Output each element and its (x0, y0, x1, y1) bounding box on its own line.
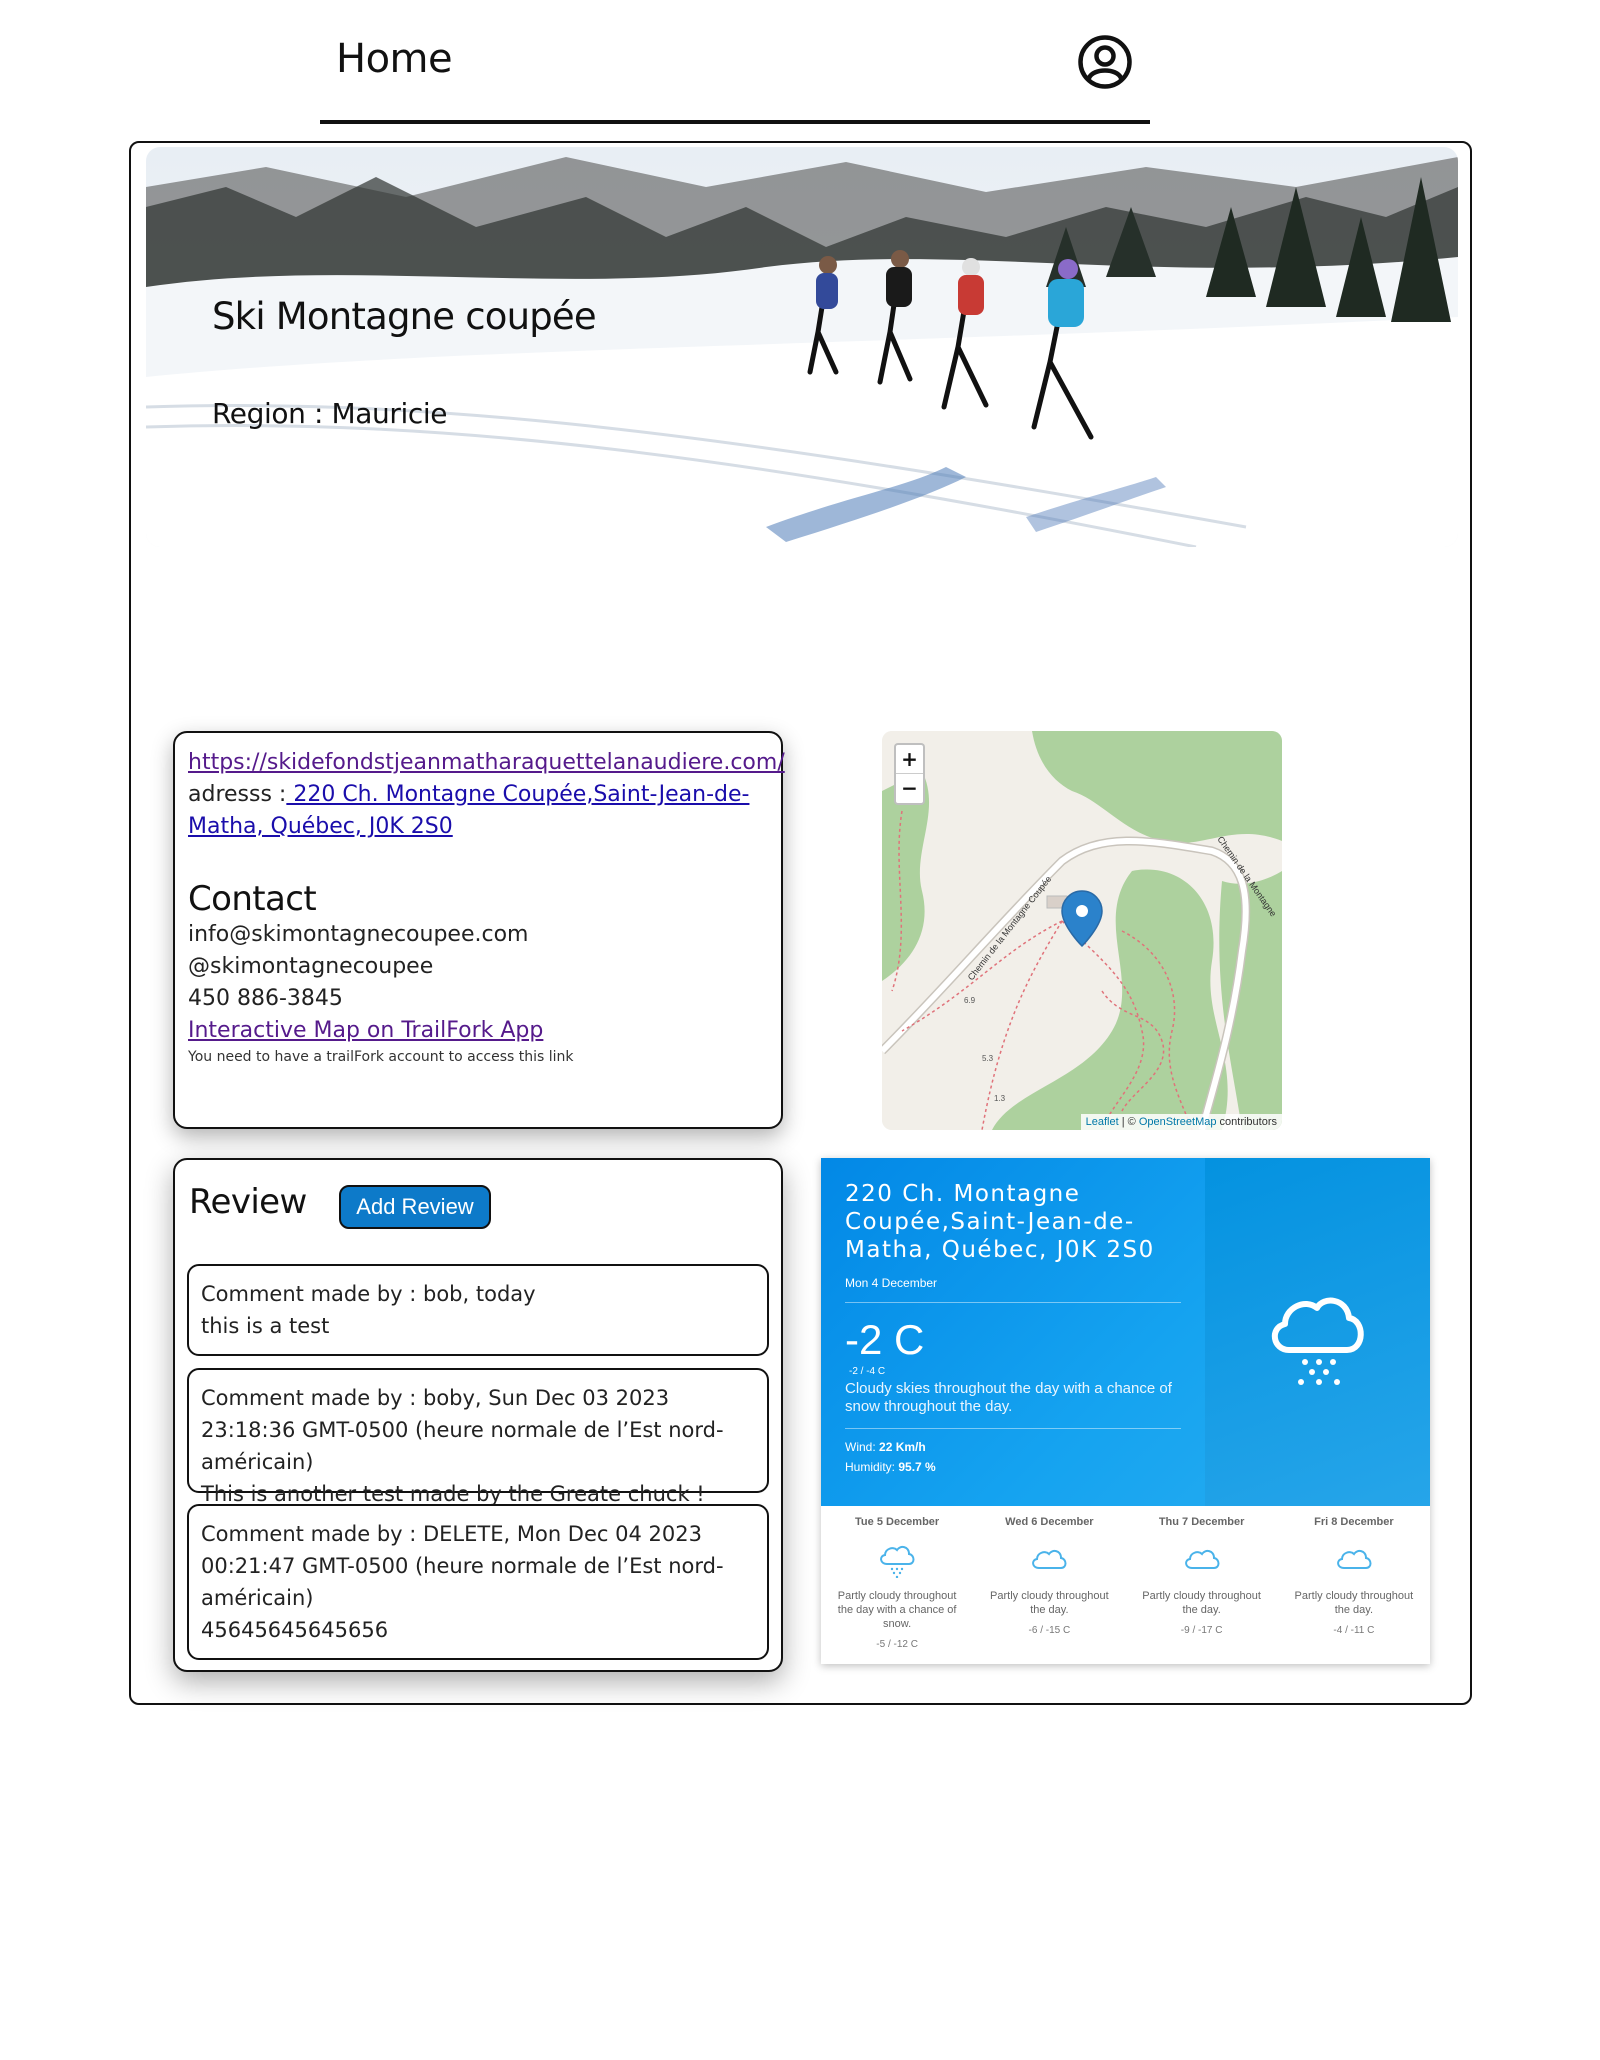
forecast-day-range: -6 / -15 C (1028, 1625, 1071, 1636)
hero-banner: Ski Montagne coupée Region : Mauricie (146, 147, 1458, 547)
resort-region: Region : Mauricie (212, 397, 448, 430)
comment-item: Comment made by : bob, today this is a t… (187, 1264, 769, 1356)
zoom-control: + − (894, 743, 925, 805)
forecast-day-range: -4 / -11 C (1333, 1625, 1375, 1636)
weather-divider (845, 1302, 1181, 1303)
wind-value: 22 Km/h (879, 1440, 926, 1454)
wind-label: Wind: (845, 1440, 880, 1454)
forecast-day-name: Fri 8 December (1314, 1516, 1394, 1528)
cloud-icon (1337, 1549, 1372, 1569)
trail-number-1: 6.9 (964, 996, 976, 1005)
resort-title: Ski Montagne coupée (212, 295, 597, 338)
attribution-separator: | © (1118, 1116, 1139, 1128)
attribution-contributors: contributors (1216, 1116, 1277, 1128)
humidity-value: 95.7 % (898, 1460, 936, 1474)
address-label: adresss : (188, 782, 287, 807)
forecast-day: Wed 6 December Partly cloudy throughout … (973, 1506, 1125, 1664)
weather-description: Cloudy skies throughout the day with a c… (845, 1380, 1172, 1415)
zoom-out-button[interactable]: − (896, 774, 923, 803)
website-link[interactable]: https://skidefondstjeanmatharaquettelana… (188, 750, 785, 775)
nav-home-link[interactable]: Home (336, 36, 453, 82)
cloud-icon (1032, 1549, 1067, 1569)
location-map[interactable]: Chemin de la Montagne Coupée Chemin de l… (882, 731, 1282, 1130)
forecast-day-desc: Partly cloudy throughout the day with a … (837, 1590, 957, 1630)
snow-cloud-icon (880, 1545, 915, 1579)
forecast-day: Tue 5 December Partly cloudy throughout … (821, 1506, 973, 1664)
weather-temperature: -2 C (845, 1316, 925, 1363)
map-tiles[interactable]: Chemin de la Montagne Coupée Chemin de l… (882, 731, 1282, 1130)
forecast-day-name: Wed 6 December (1005, 1516, 1094, 1528)
humidity-label: Humidity: (845, 1460, 899, 1474)
cloud-icon (1184, 1549, 1220, 1569)
add-review-button[interactable]: Add Review (339, 1185, 491, 1229)
trail-number-3: 1.3 (994, 1094, 1006, 1103)
forecast-day: Fri 8 December Partly cloudy throughout … (1278, 1506, 1430, 1664)
forecast-day-name: Tue 5 December (855, 1516, 940, 1528)
comment-header: Comment made by : DELETE, Mon Dec 04 202… (201, 1522, 724, 1610)
contact-email: info@skimontagnecoupee.com (188, 922, 529, 947)
trailfork-map-link[interactable]: Interactive Map on TrailFork App (188, 1018, 543, 1043)
forecast-day-range: -9 / -17 C (1180, 1625, 1223, 1636)
weather-current: 220 Ch. Montagne Coupée,Saint-Jean-de-Ma… (821, 1158, 1430, 1506)
weather-widget: 220 Ch. Montagne Coupée,Saint-Jean-de-Ma… (821, 1158, 1430, 1664)
weather-date: Mon 4 December (845, 1276, 938, 1290)
comment-item: Comment made by : boby, Sun Dec 03 2023 … (187, 1368, 769, 1506)
comment-body: this is a test (201, 1314, 330, 1338)
comment-header: Comment made by : boby, Sun Dec 03 2023 … (201, 1386, 724, 1474)
weather-location: 220 Ch. Montagne Coupée,Saint-Jean-de-Ma… (845, 1181, 1155, 1263)
comment-body: 45645645645656 (201, 1618, 389, 1642)
comment-item: Comment made by : DELETE, Mon Dec 04 202… (187, 1504, 769, 1660)
trailfork-note: You need to have a trailFork account to … (188, 1049, 574, 1065)
map-attribution: Leaflet | © OpenStreetMap contributors (1080, 1114, 1282, 1130)
info-card: https://skidefondstjeanmatharaquettelana… (173, 731, 785, 1129)
user-account-icon[interactable] (1077, 34, 1133, 90)
osm-link[interactable]: OpenStreetMap (1139, 1116, 1217, 1128)
weather-divider (845, 1428, 1181, 1429)
forecast-day-desc: Partly cloudy throughout the day. (990, 1590, 1109, 1616)
contact-social: @skimontagnecoupee (188, 954, 434, 979)
review-card: Review Add Review Comment made by : bob,… (173, 1158, 783, 1672)
contact-phone: 450 886-3845 (188, 986, 343, 1011)
forecast-day-range: -5 / -12 C (876, 1639, 918, 1650)
trail-number-2: 5.3 (982, 1054, 994, 1063)
forecast-day-desc: Partly cloudy throughout the day. (1294, 1590, 1414, 1616)
weather-temp-range: -2 / -4 C (849, 1366, 886, 1377)
top-nav: Home (320, 0, 1150, 124)
review-heading: Review (189, 1182, 307, 1222)
weather-humidity: Humidity: 95.7 % (845, 1460, 936, 1474)
hero-ski-image (146, 147, 1458, 547)
zoom-in-button[interactable]: + (896, 745, 923, 774)
forecast-day: Thu 7 December Partly cloudy throughout … (1126, 1506, 1278, 1664)
forecast-day-name: Thu 7 December (1158, 1516, 1245, 1528)
weather-forecast: Tue 5 December Partly cloudy throughout … (821, 1506, 1430, 1664)
snow-cloud-icon (1272, 1297, 1364, 1385)
leaflet-link[interactable]: Leaflet (1086, 1116, 1119, 1128)
contact-heading: Contact (188, 879, 317, 919)
weather-wind: Wind: 22 Km/h (845, 1440, 926, 1454)
comment-header: Comment made by : bob, today (201, 1282, 536, 1306)
forecast-day-desc: Partly cloudy throughout the day. (1142, 1590, 1261, 1616)
